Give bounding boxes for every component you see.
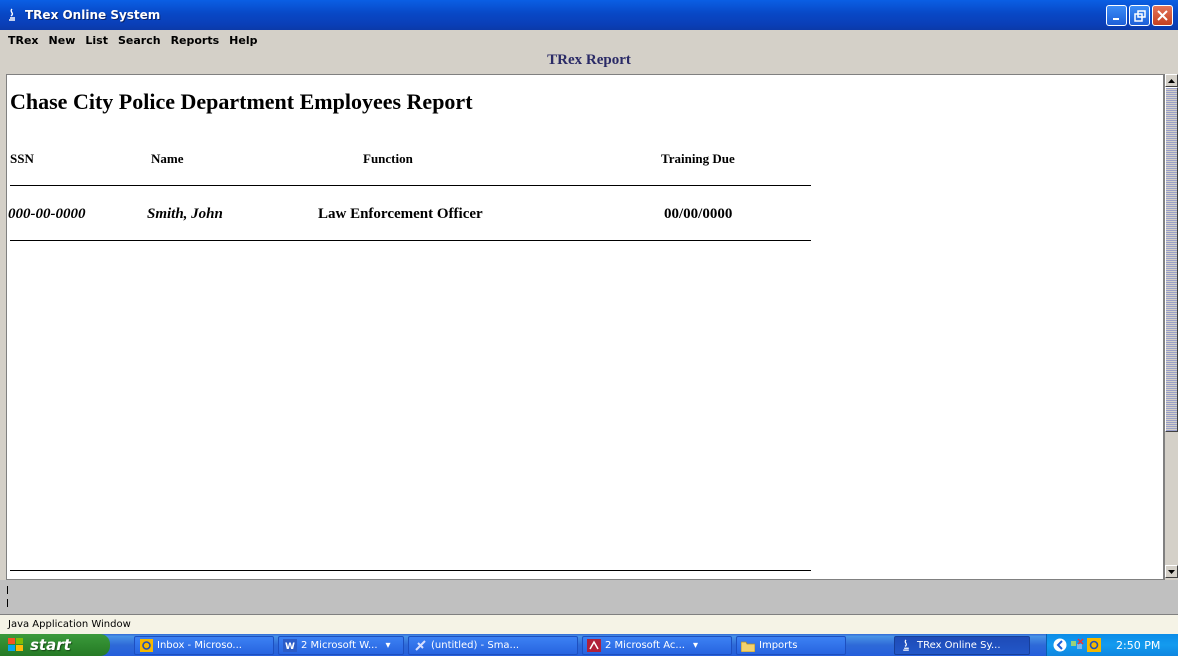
chevron-down-icon: ▾ [385,640,391,651]
java-icon [899,639,913,653]
report-panel: Chase City Police Department Employees R… [6,74,1164,580]
menu-trex[interactable]: TRex [8,34,39,47]
back-arrow-icon[interactable] [1053,638,1067,652]
menu-help[interactable]: Help [229,34,257,47]
outlook-icon [139,639,153,653]
system-tray: 2:50 PM [1046,634,1178,656]
cell-function: Law Enforcement Officer [318,206,483,222]
windows-flag-icon [8,638,24,652]
taskbar-button-label: 2 Microsoft W... [301,640,378,651]
menu-bar: TRex New List Search Reports Help [0,30,1178,50]
access-icon [587,639,601,653]
divider-tick [7,599,8,607]
taskbar-button-trex[interactable]: TRex Online Sy... [894,636,1030,655]
taskbar-button-smartdraw[interactable]: (untitled) - Sma... [408,636,578,655]
cell-training-due: 00/00/0000 [664,206,733,222]
cell-ssn: 000-00-0000 [8,206,86,222]
outlook-tray-icon[interactable] [1087,638,1101,652]
taskbar-button-label: 2 Microsoft Ac... [605,640,685,651]
taskbar-button-label: Inbox - Microso... [157,640,242,651]
close-button[interactable] [1152,5,1173,26]
lower-panel [0,580,1178,614]
folder-icon [741,639,755,653]
divider-tick [7,586,8,594]
restore-button[interactable] [1129,5,1150,26]
report-caption: TRex Report [547,52,631,68]
network-icon[interactable] [1070,638,1084,652]
column-header-ssn: SSN [10,151,34,166]
cell-name: Smith, John [147,206,223,222]
taskbar-button-imports[interactable]: Imports [736,636,846,655]
menu-list[interactable]: List [85,34,108,47]
taskbar-button-word[interactable]: W 2 Microsoft W... ▾ [278,636,404,655]
footer-divider [10,570,811,571]
title-bar[interactable]: TRex Online System [0,0,1178,30]
java-icon [5,8,19,22]
status-text: Java Application Window [8,619,131,630]
svg-text:W: W [285,642,295,652]
status-bar: Java Application Window [0,614,1178,634]
minimize-button[interactable] [1106,5,1127,26]
taskbar-button-inbox[interactable]: Inbox - Microso... [134,636,274,655]
start-label: start [30,636,71,654]
column-header-function: Function [363,151,413,166]
menu-new[interactable]: New [49,34,76,47]
taskbar: start Inbox - Microso... W 2 Microsoft W… [0,634,1178,656]
taskbar-button-access[interactable]: 2 Microsoft Ac... ▾ [582,636,732,655]
taskbar-button-label: (untitled) - Sma... [431,640,520,651]
scroll-up-arrow[interactable] [1165,74,1178,87]
taskbar-button-label: TRex Online Sy... [917,640,1001,651]
column-header-training-due: Training Due [661,151,735,166]
menu-search[interactable]: Search [118,34,161,47]
taskbar-button-label: Imports [759,640,798,651]
menu-reports[interactable]: Reports [171,34,220,47]
window-title: TRex Online System [25,8,161,22]
scroll-down-arrow[interactable] [1165,565,1178,578]
row-divider [10,240,811,241]
clock[interactable]: 2:50 PM [1116,639,1160,652]
header-divider [10,185,811,186]
word-icon: W [283,639,297,653]
chevron-down-icon: ▾ [692,640,698,651]
smartdraw-icon [413,639,427,653]
report-title: Chase City Police Department Employees R… [10,89,473,114]
start-button[interactable]: start [0,634,110,656]
column-header-name: Name [151,151,184,166]
scrollbar-thumb[interactable] [1165,87,1178,432]
vertical-scrollbar[interactable] [1164,74,1178,580]
